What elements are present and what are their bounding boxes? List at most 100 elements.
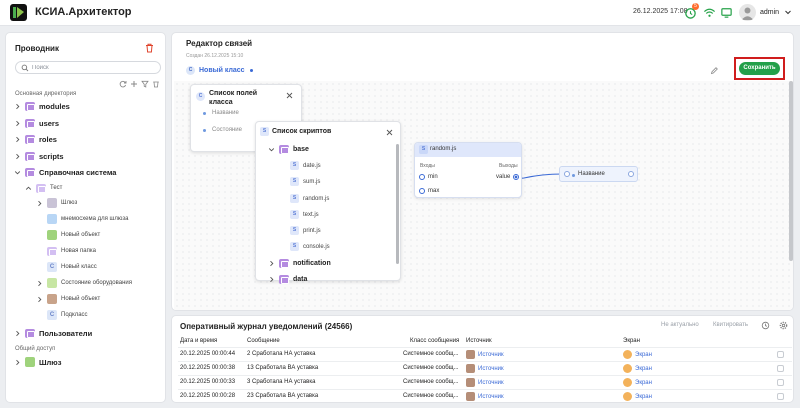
script-item[interactable]: S print.js [290, 226, 321, 235]
script-item[interactable]: S console.js [290, 242, 330, 251]
row-screen-link[interactable]: Экран [623, 392, 652, 401]
script-folder-data[interactable]: data [268, 272, 307, 286]
close-icon[interactable] [286, 92, 293, 99]
port-icon[interactable] [628, 171, 634, 177]
chevron-right-icon[interactable] [268, 260, 275, 267]
tree-node-new-object[interactable]: Новый объект [47, 228, 100, 242]
script-label: console.js [303, 243, 330, 250]
chevron-right-icon[interactable] [14, 103, 21, 110]
search-input[interactable] [32, 63, 154, 73]
username[interactable]: admin [760, 9, 779, 16]
col-message[interactable]: Сообщение [247, 338, 280, 344]
col-source[interactable]: Источник [466, 338, 492, 344]
script-folder-notification[interactable]: notification [268, 256, 331, 270]
tree-node-mnemonic[interactable]: мнемосхема для шлюза [47, 212, 128, 226]
port-icon[interactable] [419, 188, 425, 194]
row-screen-link[interactable]: Экран [623, 350, 652, 359]
output-port-value[interactable]: value [496, 174, 520, 180]
gear-icon[interactable] [779, 321, 788, 330]
save-button[interactable]: Сохранить [739, 62, 780, 75]
tree-node-gateway[interactable]: Шлюз [36, 196, 77, 210]
script-item[interactable]: S sum.js [290, 177, 320, 186]
editor-class-name[interactable]: Новый класс [199, 67, 245, 74]
tree-node-equipment-state[interactable]: Состояние оборудования [36, 276, 132, 290]
port-icon[interactable] [513, 174, 520, 180]
editor-class-selector[interactable]: С Новый класс [186, 66, 253, 75]
col-screen[interactable]: Экран [623, 338, 640, 344]
row-source-link[interactable]: Источник [466, 364, 504, 373]
row-checkbox[interactable] [777, 365, 784, 372]
target-field-node[interactable]: Название [559, 166, 638, 182]
field-label: Название [212, 110, 239, 116]
row-checkbox[interactable] [777, 393, 784, 400]
port-label: value [496, 174, 511, 180]
port-icon[interactable] [419, 174, 425, 180]
row-screen-link[interactable]: Экран [623, 378, 652, 387]
chevron-right-icon[interactable] [14, 153, 21, 160]
port-icon[interactable] [564, 171, 570, 177]
tree-node-reference-system[interactable]: Справочная система [14, 165, 116, 179]
scripts-scrollbar[interactable] [396, 144, 399, 264]
script-item[interactable]: S random.js [290, 194, 329, 203]
script-node-random[interactable]: S random.js Входы Выходы min max value [414, 142, 522, 198]
scripts-list-card[interactable]: S Список скриптов base S date.js S sum.j… [255, 121, 401, 284]
chevron-right-icon[interactable] [268, 276, 275, 283]
chevron-right-icon[interactable] [14, 359, 21, 366]
field-port-icon[interactable] [203, 128, 206, 132]
field-port-icon[interactable] [203, 111, 206, 115]
field-row[interactable]: Название [203, 110, 239, 116]
tree-node-test[interactable]: Тест [25, 181, 62, 195]
script-item[interactable]: S date.js [290, 161, 321, 170]
tree-node-shared-gateway[interactable]: Шлюз [14, 355, 61, 369]
col-message-class[interactable]: Класс сообщения [410, 338, 459, 344]
field-row[interactable]: Состояние [203, 127, 242, 133]
trash-icon[interactable] [145, 43, 154, 53]
app-logo-icon[interactable] [10, 4, 27, 21]
row-checkbox[interactable] [777, 351, 784, 358]
filter-icon[interactable] [141, 80, 149, 88]
chevron-right-icon[interactable] [14, 120, 21, 127]
close-icon[interactable] [386, 129, 393, 136]
input-port-min[interactable]: min [419, 174, 438, 180]
chevron-right-icon[interactable] [14, 136, 21, 143]
refresh-icon[interactable] [119, 80, 127, 88]
row-datetime: 20.12.2025 00:00:28 [180, 393, 236, 399]
row-checkbox[interactable] [777, 379, 784, 386]
search-field[interactable] [15, 61, 161, 74]
tree-node-roles[interactable]: roles [14, 132, 57, 146]
tree-node-scripts[interactable]: scripts [14, 149, 64, 163]
pencil-icon[interactable] [710, 66, 719, 75]
canvas-scrollbar[interactable] [789, 81, 793, 261]
script-folder-base[interactable]: base [268, 142, 309, 156]
col-datetime[interactable]: Дата и время [180, 338, 217, 344]
history-icon[interactable] [761, 321, 770, 330]
chevron-down-icon[interactable] [268, 146, 275, 153]
acknowledge-button[interactable]: Квитировать [713, 322, 748, 328]
chevron-right-icon[interactable] [14, 330, 21, 337]
chevron-down-icon[interactable] [14, 169, 21, 176]
wifi-icon[interactable] [703, 6, 716, 19]
monitor-icon[interactable] [720, 6, 733, 19]
tree-node-modules[interactable]: modules [14, 99, 70, 113]
row-source-link[interactable]: Источник [466, 378, 504, 387]
tree-node-users[interactable]: users [14, 116, 59, 130]
row-screen-link[interactable]: Экран [623, 364, 652, 373]
tree-node-new-folder[interactable]: Новая папка [47, 244, 96, 258]
chevron-right-icon[interactable] [36, 296, 43, 303]
input-port-max[interactable]: max [419, 188, 439, 194]
row-source-link[interactable]: Источник [466, 392, 504, 401]
add-icon[interactable] [130, 80, 138, 88]
user-avatar[interactable] [739, 4, 756, 21]
tree-node-users-ru[interactable]: Пользователи [14, 326, 92, 340]
mark-irrelevant-button[interactable]: Не актуально [661, 322, 699, 328]
chevron-right-icon[interactable] [36, 280, 43, 287]
script-item[interactable]: S text.js [290, 210, 319, 219]
chevron-up-icon[interactable] [25, 185, 32, 192]
tree-node-subclass[interactable]: C Подкласс [47, 308, 88, 322]
tree-node-new-class[interactable]: C Новый класс [47, 260, 97, 274]
delete-icon[interactable] [152, 80, 160, 88]
chevron-right-icon[interactable] [36, 200, 43, 207]
chevron-down-icon[interactable] [784, 8, 792, 16]
row-source-link[interactable]: Источник [466, 350, 504, 359]
tree-node-new-object-2[interactable]: Новый объект [36, 292, 100, 306]
